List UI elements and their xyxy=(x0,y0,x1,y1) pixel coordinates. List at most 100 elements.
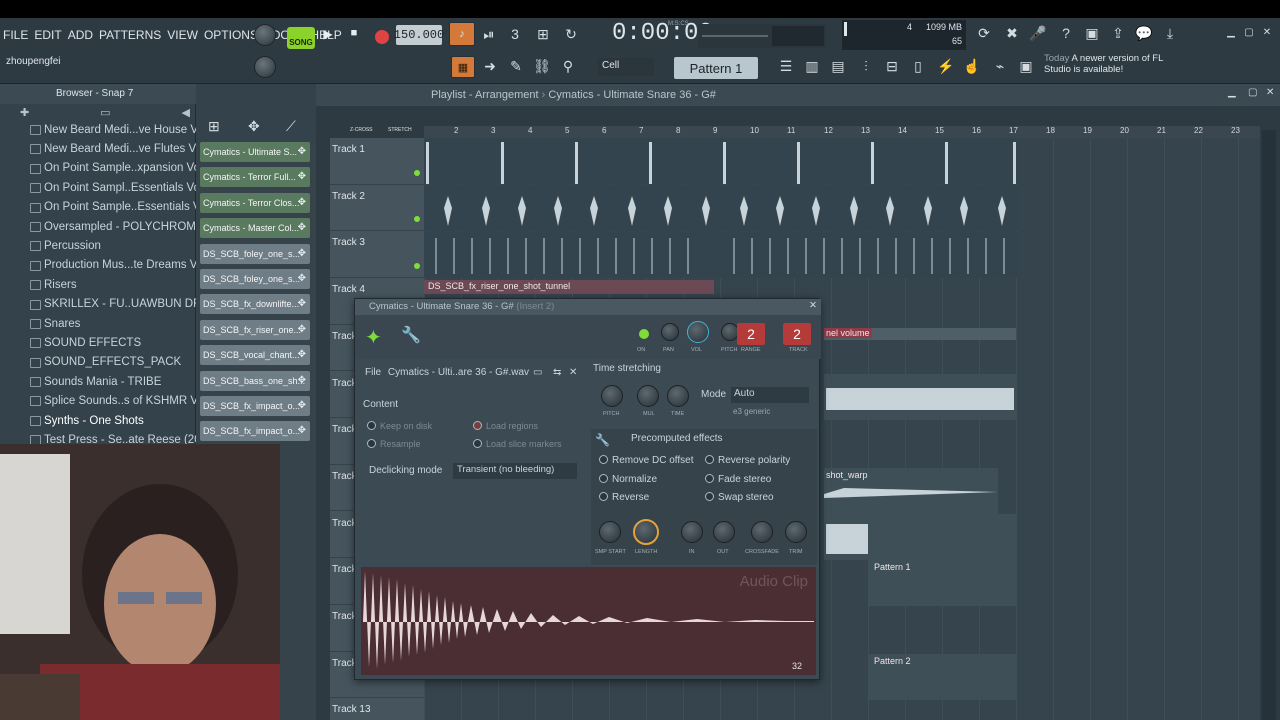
pattern-selector[interactable]: Pattern 1 xyxy=(674,57,758,79)
out-knob[interactable] xyxy=(713,521,735,543)
channel-button[interactable]: DS_SCB_foley_one_s... ✥ xyxy=(200,243,310,264)
channel-button[interactable]: Cymatics - Terror Clos... ✥ xyxy=(200,192,310,213)
channel-button[interactable]: DS_SCB_vocal_chant... ✥ xyxy=(200,345,310,366)
update-hint[interactable]: Today A newer version of FL Studio is av… xyxy=(1044,53,1180,81)
channel-drag-icon[interactable]: ✥ xyxy=(298,146,306,157)
browser-folder-item[interactable]: Risers xyxy=(0,275,196,294)
browser-folder-item[interactable]: New Beard Medi...ve House Vol.1 xyxy=(0,120,196,139)
grid-icon[interactable]: ⊞ xyxy=(208,118,220,135)
channel-button[interactable]: DS_SCB_fx_impact_o... ✥ xyxy=(200,396,310,416)
browser-folder-item[interactable]: SOUND EFFECTS xyxy=(0,333,196,352)
pitch-range-value[interactable]: 2 xyxy=(737,323,765,345)
master-pitch-knob[interactable] xyxy=(254,56,276,78)
menu-file[interactable]: FILE xyxy=(0,24,31,46)
file-name[interactable]: Cymatics - Ulti..are 36 - G#.wav xyxy=(384,367,529,378)
dialog-title-bar[interactable]: Cymatics - Ultimate Snare 36 - G# (Inser… xyxy=(355,299,821,315)
touch-icon[interactable]: ☝ xyxy=(962,58,982,75)
microphone-icon[interactable]: 🎤 xyxy=(1028,25,1048,42)
browser-icon[interactable]: ▯ xyxy=(908,58,928,75)
resample-option[interactable]: Resample xyxy=(367,439,421,449)
minimize-icon[interactable]: ▁ xyxy=(1224,27,1238,38)
render-icon[interactable]: ⇪ xyxy=(1108,25,1128,42)
record-icon[interactable] xyxy=(372,27,392,47)
channel-drag-icon[interactable]: ✥ xyxy=(298,222,306,233)
channel-drag-icon[interactable]: ✥ xyxy=(298,171,306,182)
menu-options[interactable]: OPTIONS xyxy=(201,24,261,46)
fx-remove-dc[interactable]: Remove DC offset xyxy=(599,455,694,466)
track-header[interactable]: Track 3 xyxy=(330,231,424,278)
browser-folder-item[interactable]: SKRILLEX - FU..UAWBUN DRUMS xyxy=(0,295,196,314)
link-icon[interactable]: ⛓ xyxy=(532,58,552,75)
menu-edit[interactable]: EDIT xyxy=(31,24,64,46)
fx-swap-stereo[interactable]: Swap stereo xyxy=(705,492,774,503)
waveform-display[interactable]: Audio Clip 32 xyxy=(361,567,816,675)
channel-drag-icon[interactable]: ✥ xyxy=(298,197,306,208)
menu-view[interactable]: VIEW xyxy=(164,24,201,46)
channel-button[interactable]: DS_SCB_fx_riser_one... ✥ xyxy=(200,319,310,340)
channel-button[interactable]: Cymatics - Ultimate S... ✥ xyxy=(200,142,310,162)
menu-add[interactable]: ADD xyxy=(65,24,96,46)
channel-button[interactable]: Cymatics - Master Col... ✥ xyxy=(200,218,310,239)
panic-icon[interactable]: ✖ xyxy=(1002,25,1022,42)
load-slice-option[interactable]: Load slice markers xyxy=(473,439,562,449)
record-audio-icon[interactable]: ⌁ xyxy=(990,58,1010,75)
track-header[interactable]: Track 2 xyxy=(330,185,424,232)
channel-button[interactable]: DS_SCB_bass_one_sh... ✥ xyxy=(200,370,310,391)
browser-folder-item[interactable]: Splice Sounds..s of KSHMR Vol.3 xyxy=(0,391,196,410)
load-regions-option[interactable]: Load regions xyxy=(473,421,538,431)
channel-rack-icon[interactable]: ▤ xyxy=(828,58,848,75)
loop-record-icon[interactable]: ↻ xyxy=(560,26,582,43)
speaker-icon[interactable]: ◀ xyxy=(182,106,190,120)
channel-drag-icon[interactable]: ✥ xyxy=(298,273,306,284)
channel-drag-icon[interactable]: ✥ xyxy=(298,248,306,259)
browser-folder-item[interactable]: Synths - One Shots xyxy=(0,411,196,430)
channel-button[interactable]: Cymatics - Terror Full... ✥ xyxy=(200,167,310,188)
browser-folder-item[interactable]: Sounds Mania - TRIBE xyxy=(0,372,196,391)
close-icon[interactable]: ✕ xyxy=(1260,27,1274,38)
fx-fade-stereo[interactable]: Fade stereo xyxy=(705,474,771,485)
fx-normalize[interactable]: Normalize xyxy=(599,474,657,485)
browser-folder-item[interactable]: Percussion xyxy=(0,236,196,255)
maximize-icon[interactable]: ▢ xyxy=(1242,27,1256,38)
browser-folder-item[interactable]: New Beard Medi...ve Flutes Vol.5 xyxy=(0,139,196,158)
chat-icon[interactable]: 💬 xyxy=(1134,25,1154,42)
piano-icon[interactable]: ▥ xyxy=(802,58,822,75)
add-icon[interactable]: ✚ xyxy=(20,106,29,120)
channel-drag-icon[interactable]: ✥ xyxy=(298,400,306,411)
fx-reverse[interactable]: Reverse xyxy=(599,492,649,503)
track-mute-led[interactable] xyxy=(414,216,420,223)
channel-drag-icon[interactable]: ✥ xyxy=(298,425,306,436)
dialog-close-icon[interactable]: ✕ xyxy=(809,300,817,311)
mixer-track-value[interactable]: 2 xyxy=(783,323,811,345)
file-icon[interactable]: ▭ xyxy=(100,106,110,120)
in-knob[interactable] xyxy=(681,521,703,543)
ts-time-knob[interactable] xyxy=(667,385,689,407)
step-edit-icon[interactable]: ⊞ xyxy=(532,26,554,43)
track-mute-led[interactable] xyxy=(414,262,420,269)
channel-drag-icon[interactable]: ✥ xyxy=(298,298,306,309)
plugin-icon[interactable]: ⊟ xyxy=(882,58,902,75)
browser-folder-item[interactable]: On Point Sample..Essentials Vol.1 xyxy=(0,198,196,217)
browser-folder-item[interactable]: Snares xyxy=(0,314,196,333)
arrow-icon[interactable]: ➜ xyxy=(480,58,500,75)
vertical-scrollbar[interactable] xyxy=(1262,130,1276,720)
track-header[interactable]: Track 13 xyxy=(330,698,424,720)
channel-on-led[interactable] xyxy=(639,329,649,339)
folder-icon[interactable]: ▭ xyxy=(533,367,542,378)
track-header[interactable]: Track 1 xyxy=(330,138,424,185)
move-icon[interactable]: ✥ xyxy=(248,118,260,135)
channel-button[interactable]: DS_SCB_foley_one_s... ✥ xyxy=(200,269,310,289)
pencil-icon[interactable]: ✎ xyxy=(506,58,526,75)
wait-input-icon[interactable]: ⏯ xyxy=(478,26,500,43)
snap-selector[interactable]: Cell xyxy=(598,58,654,76)
playlist-icon[interactable]: ☰ xyxy=(776,58,796,75)
download-icon[interactable]: ⤓ xyxy=(1160,25,1180,42)
metronome-icon[interactable]: ♪ xyxy=(449,22,475,46)
playlist-close-icon[interactable]: ✕ xyxy=(1266,87,1274,98)
tempo-display[interactable]: 150.000 xyxy=(394,25,444,45)
waveform-zoom[interactable]: 32 xyxy=(792,661,802,671)
channel-drag-icon[interactable]: ✥ xyxy=(298,324,306,335)
save-icon[interactable]: ▣ xyxy=(1082,25,1102,42)
smp-start-knob[interactable] xyxy=(599,521,621,543)
ts-mul-knob[interactable] xyxy=(637,385,659,407)
